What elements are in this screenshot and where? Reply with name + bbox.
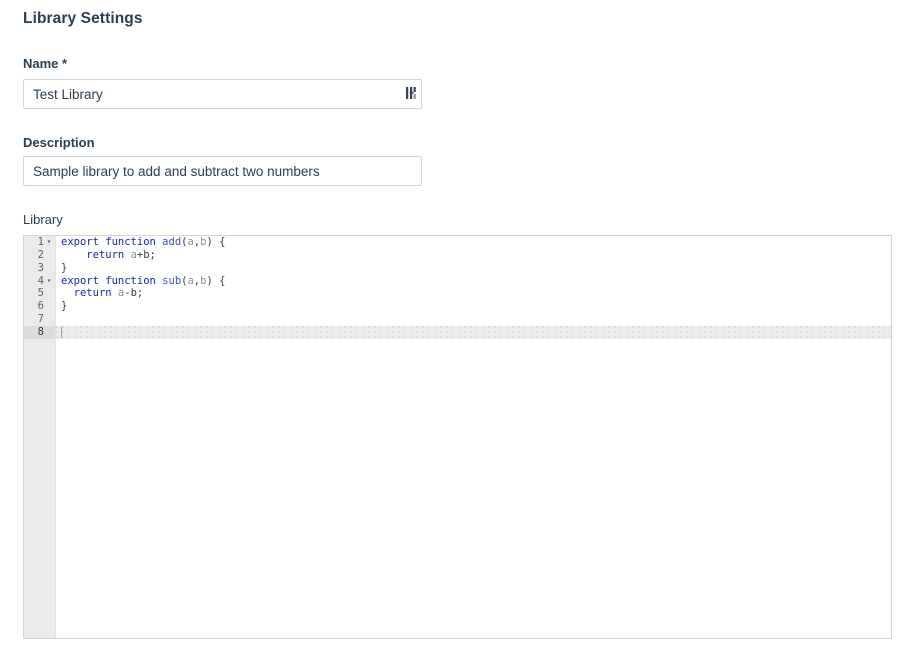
code-token: ) { [206, 274, 226, 287]
gutter-line-number[interactable]: 4 ▾ [24, 275, 55, 288]
gutter-line-number[interactable]: 7 [24, 313, 55, 326]
gutter-line-number[interactable]: 6 [24, 300, 55, 313]
text-cursor [61, 326, 62, 338]
line-number-label: 3 [37, 261, 44, 274]
code-token: export [61, 236, 99, 248]
description-field-label: Description [23, 135, 95, 150]
name-field-label: Name * [23, 56, 68, 71]
code-token: return [73, 287, 112, 300]
gutter-line-number[interactable]: 1 ▾ [24, 236, 55, 249]
description-input[interactable] [23, 156, 422, 186]
editor-gutter: 1 ▾ 2 3 4 ▾ 5 6 7 8 [24, 236, 56, 638]
gutter-line-number[interactable]: 2 [24, 249, 55, 262]
library-editor-label: Library [23, 212, 63, 227]
code-line[interactable] [56, 313, 891, 326]
line-number-label: 4 [37, 274, 44, 287]
autofill-icon[interactable] [405, 86, 419, 101]
line-number-label: 7 [37, 313, 44, 326]
gutter-line-number[interactable]: 5 [24, 287, 55, 300]
code-line[interactable] [56, 325, 891, 339]
line-number-label: 6 [37, 300, 44, 313]
code-token: export [61, 274, 99, 287]
gutter-line-number[interactable]: 3 [24, 262, 55, 275]
line-number-label: 2 [37, 248, 44, 261]
library-settings-page: Library Settings Name * Description Libr… [0, 0, 917, 656]
library-code-editor[interactable]: 1 ▾ 2 3 4 ▾ 5 6 7 8 export function add(a,b) { re… [23, 235, 892, 639]
line-number-label: 5 [37, 287, 44, 300]
code-token: } [61, 261, 68, 274]
code-token: ; [149, 248, 156, 261]
code-token: } [61, 300, 68, 313]
code-fold-arrow-icon[interactable]: ▾ [45, 236, 53, 249]
code-token: ) { [206, 236, 226, 248]
code-token: function [105, 274, 156, 287]
code-token: function [105, 236, 156, 248]
code-line[interactable]: export function add(a,b) { [56, 236, 891, 249]
code-fold-arrow-icon[interactable]: ▾ [45, 275, 53, 288]
gutter-line-number[interactable]: 8 [24, 325, 55, 339]
code-line[interactable]: return a+b; [56, 249, 891, 262]
name-input[interactable] [23, 79, 422, 109]
code-line[interactable]: export function sub(a,b) { [56, 275, 891, 288]
code-line[interactable]: return a-b; [56, 287, 891, 300]
code-line[interactable]: } [56, 262, 891, 275]
code-line[interactable]: } [56, 300, 891, 313]
page-title: Library Settings [23, 10, 143, 27]
code-token: return [86, 248, 125, 261]
code-token: add [162, 236, 182, 248]
line-number-label: 8 [37, 325, 44, 338]
line-number-label: 1 [37, 236, 44, 248]
code-token: sub [162, 274, 182, 287]
editor-code-area[interactable]: export function add(a,b) { return a+b;} e… [56, 236, 891, 638]
code-token: ; [136, 287, 144, 300]
